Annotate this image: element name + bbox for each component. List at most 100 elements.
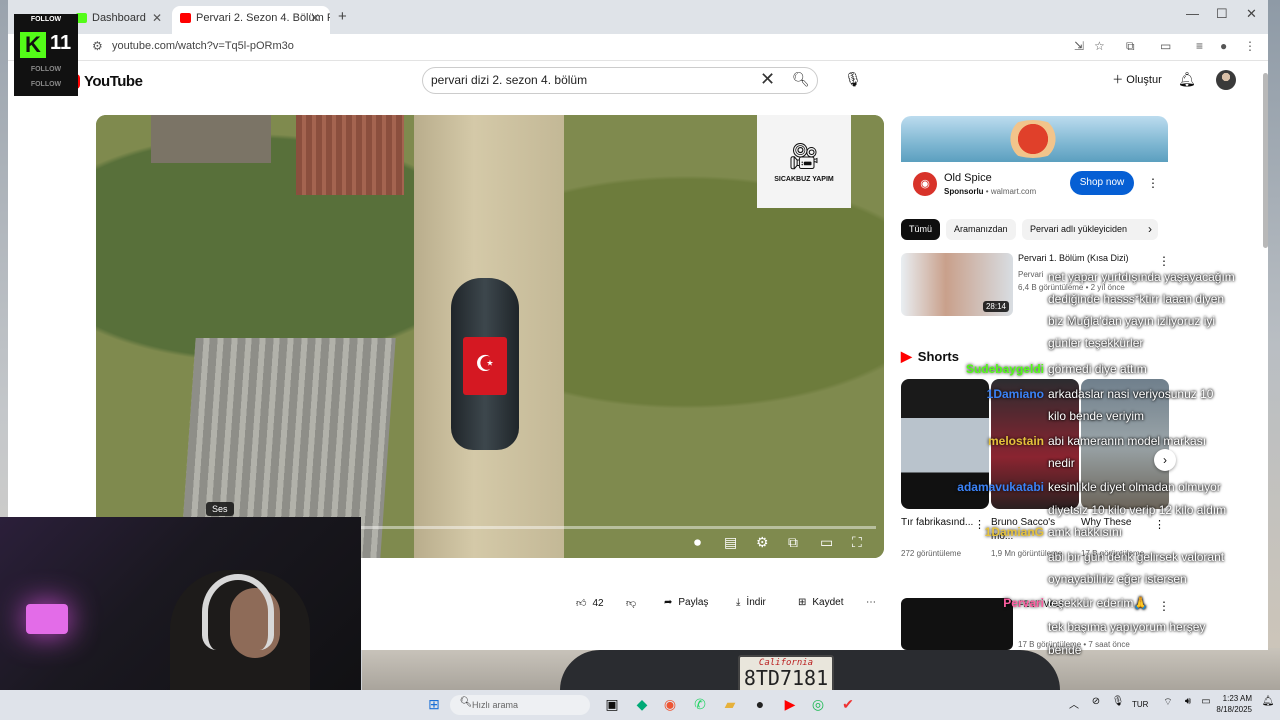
- new-tab-button[interactable]: +: [338, 8, 347, 25]
- shorts-heading: ▶ Shorts: [901, 348, 959, 365]
- recommended-thumbnail[interactable]: 28:14: [901, 253, 1013, 316]
- whatsapp-icon[interactable]: ✆: [690, 696, 710, 714]
- page-scrollbar[interactable]: [1263, 73, 1268, 248]
- create-button[interactable]: ＋ Oluştur: [1100, 67, 1174, 94]
- site-settings-icon[interactable]: ⚙: [92, 39, 103, 53]
- autoplay-toggle[interactable]: ⏺︎: [694, 534, 701, 551]
- clear-search-icon[interactable]: ✕: [760, 69, 775, 90]
- chat-message: dediğinde hasss*ktirr laaan diyen: [1048, 292, 1225, 306]
- avatar[interactable]: [1216, 70, 1236, 90]
- tray-chevron-icon[interactable]: ︿: [1064, 696, 1084, 714]
- tab-label: Dashboard: [92, 12, 146, 24]
- plate-number: 8TD7181: [743, 666, 829, 690]
- subtitles-icon[interactable]: ▤: [724, 534, 737, 551]
- chip-all[interactable]: Tümü: [901, 219, 941, 240]
- theater-mode-icon[interactable]: ▭: [820, 534, 833, 551]
- tab-youtube[interactable]: Pervari 2. Sezon 4. Bölüm Frag ✕: [172, 6, 330, 34]
- chat-message: tek başıma yapıyorum herşey: [1048, 620, 1206, 634]
- share-label: Paylaş: [678, 597, 709, 608]
- chip-from-search[interactable]: Aramanızdan: [946, 219, 1016, 240]
- chat-message: oynayabiliriz eğer istersen: [1048, 572, 1187, 586]
- install-icon[interactable]: ⇲: [1074, 39, 1084, 53]
- minimize-icon[interactable]: —: [1186, 6, 1199, 21]
- maximize-icon[interactable]: ☐: [1216, 6, 1228, 22]
- kick-logo-icon: K: [20, 32, 46, 58]
- extensions-icon[interactable]: ⧉: [1126, 39, 1135, 54]
- share-icon: ➦: [664, 597, 673, 608]
- microphone-tray-icon[interactable]: 🎙︎: [1108, 696, 1128, 714]
- app-icon-1[interactable]: ◆: [632, 696, 652, 714]
- share-button[interactable]: ➦ Paylaş: [664, 597, 708, 608]
- fullscreen-icon[interactable]: ⛶: [852, 534, 862, 551]
- video-menu-icon[interactable]: ⋮: [1158, 254, 1170, 268]
- bookmark-star-icon[interactable]: ☆: [1094, 39, 1105, 53]
- volume-tooltip: Ses: [206, 502, 234, 516]
- chat-message: abi kameranın model markası: [1048, 434, 1207, 448]
- desktop-wallpaper-right: [1268, 0, 1280, 690]
- sponsored-ad[interactable]: ◉ Old Spice Sponsorlu • walmart.com Shop…: [901, 116, 1168, 208]
- plate-state: California: [758, 658, 814, 668]
- recommended-thumbnail[interactable]: [901, 598, 1013, 650]
- ad-menu-icon[interactable]: ⋮: [1147, 176, 1159, 190]
- video-player[interactable]: 🎥︎ SICAKBUZ YAPIM ⏺︎ ▤ ⚙ ⧉ ▭ ⛶: [96, 115, 884, 558]
- short-menu-icon[interactable]: ⋮: [974, 518, 985, 531]
- recommended-channel[interactable]: Pervari: [1018, 270, 1043, 279]
- video-shed: [151, 115, 271, 163]
- miniplayer-icon[interactable]: ⧉: [788, 534, 798, 551]
- notifications-bell-icon[interactable]: 🔔︎: [1178, 71, 1196, 88]
- taskbar-clock[interactable]: 1:23 AM 8/18/2025: [1214, 693, 1252, 715]
- follower-count: 11: [50, 32, 72, 54]
- chat-username: Sudebaygeldi: [965, 362, 1044, 376]
- youtube-taskbar-icon[interactable]: ▶: [780, 696, 800, 714]
- like-button[interactable]: 👍︎ 42: [576, 597, 604, 610]
- microphone-icon[interactable]: 🎙︎: [840, 71, 866, 91]
- close-window-icon[interactable]: ✕: [1246, 6, 1257, 22]
- more-actions-button[interactable]: ⋯: [866, 597, 876, 608]
- chat-username: 1DamianG: [984, 525, 1044, 539]
- url-text[interactable]: youtube.com/watch?v=Tq5l-pORm3o: [112, 40, 294, 52]
- settings-gear-icon[interactable]: ⚙: [756, 534, 769, 551]
- notifications-icon[interactable]: 🔔︎: [1258, 696, 1278, 714]
- search-input[interactable]: pervari dizi 2. sezon 4. bölüm: [431, 73, 587, 87]
- shorts-icon: ▶: [901, 348, 912, 364]
- volume-icon[interactable]: 🔊︎: [1178, 696, 1198, 714]
- recommended-meta: 6,4 B görüntüleme • 2 yıl önce: [1018, 283, 1125, 292]
- close-tab-icon[interactable]: ✕: [152, 6, 162, 30]
- chip-from-uploader[interactable]: Pervari adlı yükleyiciden: [1022, 219, 1158, 240]
- close-tab-icon[interactable]: ✕: [310, 6, 320, 30]
- profile-icon[interactable]: ●: [1220, 39, 1227, 53]
- tab-dashboard[interactable]: Dashboard ✕: [68, 6, 172, 34]
- windows-start-icon[interactable]: ⊞: [424, 696, 444, 714]
- chevron-right-icon[interactable]: ›: [1148, 222, 1152, 236]
- battery-icon[interactable]: ▭: [1196, 696, 1216, 714]
- chat-message: amk hakkısını: [1048, 525, 1123, 539]
- dislike-button[interactable]: 👎︎: [626, 597, 636, 609]
- language-indicator[interactable]: TUR: [1132, 700, 1148, 709]
- headphones: [202, 574, 274, 650]
- file-explorer-icon[interactable]: ▰: [720, 696, 740, 714]
- search-icon[interactable]: 🔍︎: [792, 71, 810, 88]
- save-icon: ⊞: [798, 597, 807, 608]
- save-button[interactable]: ⊞ Kaydet: [798, 597, 844, 608]
- ad-domain: walmart.com: [990, 187, 1037, 196]
- thumbs-up-icon: 👍︎: [576, 598, 587, 609]
- recommended-title[interactable]: Pervari 1. Bölüm (Kısa Dizi): [1018, 253, 1129, 263]
- ad-product-image: [1001, 120, 1065, 158]
- kick-follow-overlay: FOLLOW K 11 FOLLOW FOLLOW: [14, 14, 78, 96]
- chat-username: 1Damiano: [986, 387, 1044, 401]
- app-icon-3[interactable]: ✔: [838, 696, 858, 714]
- short-title[interactable]: Tır fabrikasınd...: [901, 516, 981, 530]
- download-button[interactable]: ⤓ İndir: [736, 597, 766, 608]
- media-icon[interactable]: ≡: [1196, 39, 1203, 53]
- video-duration: 28:14: [982, 301, 1009, 312]
- shop-now-button[interactable]: Shop now: [1070, 171, 1134, 195]
- spotify-icon[interactable]: ◎: [808, 696, 828, 714]
- network-icon[interactable]: ⌔: [1158, 696, 1178, 714]
- sidebar-icon[interactable]: ▭: [1160, 39, 1171, 53]
- chrome-icon[interactable]: ◉: [660, 696, 680, 714]
- menu-dots-icon[interactable]: ⋮: [1244, 39, 1256, 53]
- download-label: İndir: [746, 597, 766, 608]
- app-icon-2[interactable]: ●: [750, 696, 770, 714]
- tray-app-icon[interactable]: ⊘: [1086, 696, 1106, 714]
- task-view-icon[interactable]: ▣: [602, 696, 622, 714]
